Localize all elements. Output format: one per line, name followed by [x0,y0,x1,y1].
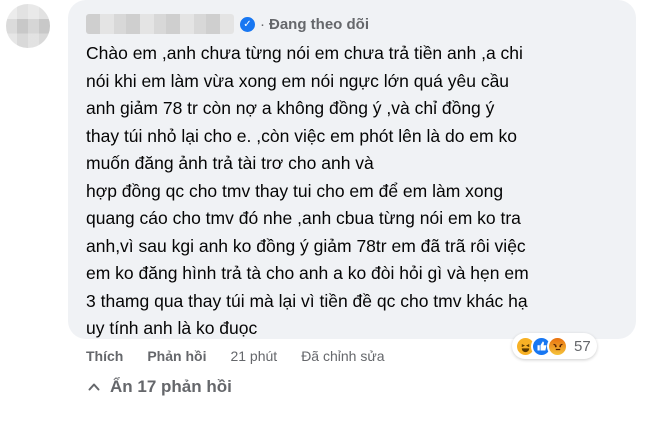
avatar[interactable] [6,4,50,48]
comment-line: muốn đăng ảnh trả tài trơ cho anh và [86,153,374,173]
reaction-summary[interactable]: 57 [512,333,597,359]
follow-status[interactable]: Đang theo dõi [269,16,369,33]
comment-line: em ko đăng hình trả tà cho anh a ko đòi … [86,263,529,283]
reaction-count: 57 [574,337,591,355]
comment-actions: Thích Phản hồi 21 phút Đã chỉnh sửa [86,346,385,366]
comment-line: Chào em ,anh chưa từng nói em chưa trả t… [86,43,523,63]
chevron-up-icon [88,383,100,391]
like-button[interactable]: Thích [86,348,123,364]
comment-header: ✓ · Đang theo dõi [86,13,369,35]
separator-dot: · [260,15,265,33]
comment-line: 3 thamg qua thay túi mà lại vì tiền đề q… [86,290,528,311]
author-name-redacted[interactable] [86,14,234,34]
verified-badge-icon: ✓ [240,16,255,32]
comment-timestamp[interactable]: 21 phút [230,348,277,364]
comment-line: thay túi nhỏ lại cho e. ,còn việc em phó… [86,125,517,146]
comment-line: anh giảm 78 tr còn nợ a không đồng ý ,và… [86,98,495,118]
reply-button[interactable]: Phản hồi [147,348,206,364]
angry-icon [547,335,568,357]
edited-label[interactable]: Đã chỉnh sửa [301,348,384,364]
comment-line: anh,vì sau kgi anh ko đồng ý giảm 78tr e… [86,235,526,256]
comment-line: hợp đồng qc cho tmv thay tui cho em để e… [86,180,504,201]
hide-replies-label: Ẩn 17 phản hồi [110,377,232,396]
comment-line: nói khi em làm vừa xong em nói ngực lớn … [86,70,510,91]
comment-body: Chào em ,anh chưa từng nói em chưa trả t… [86,40,626,343]
comment-line: quang cáo cho tmv đó nhe ,anh cbua từng … [86,208,521,228]
hide-replies-toggle[interactable]: Ẩn 17 phản hồi [88,374,232,400]
